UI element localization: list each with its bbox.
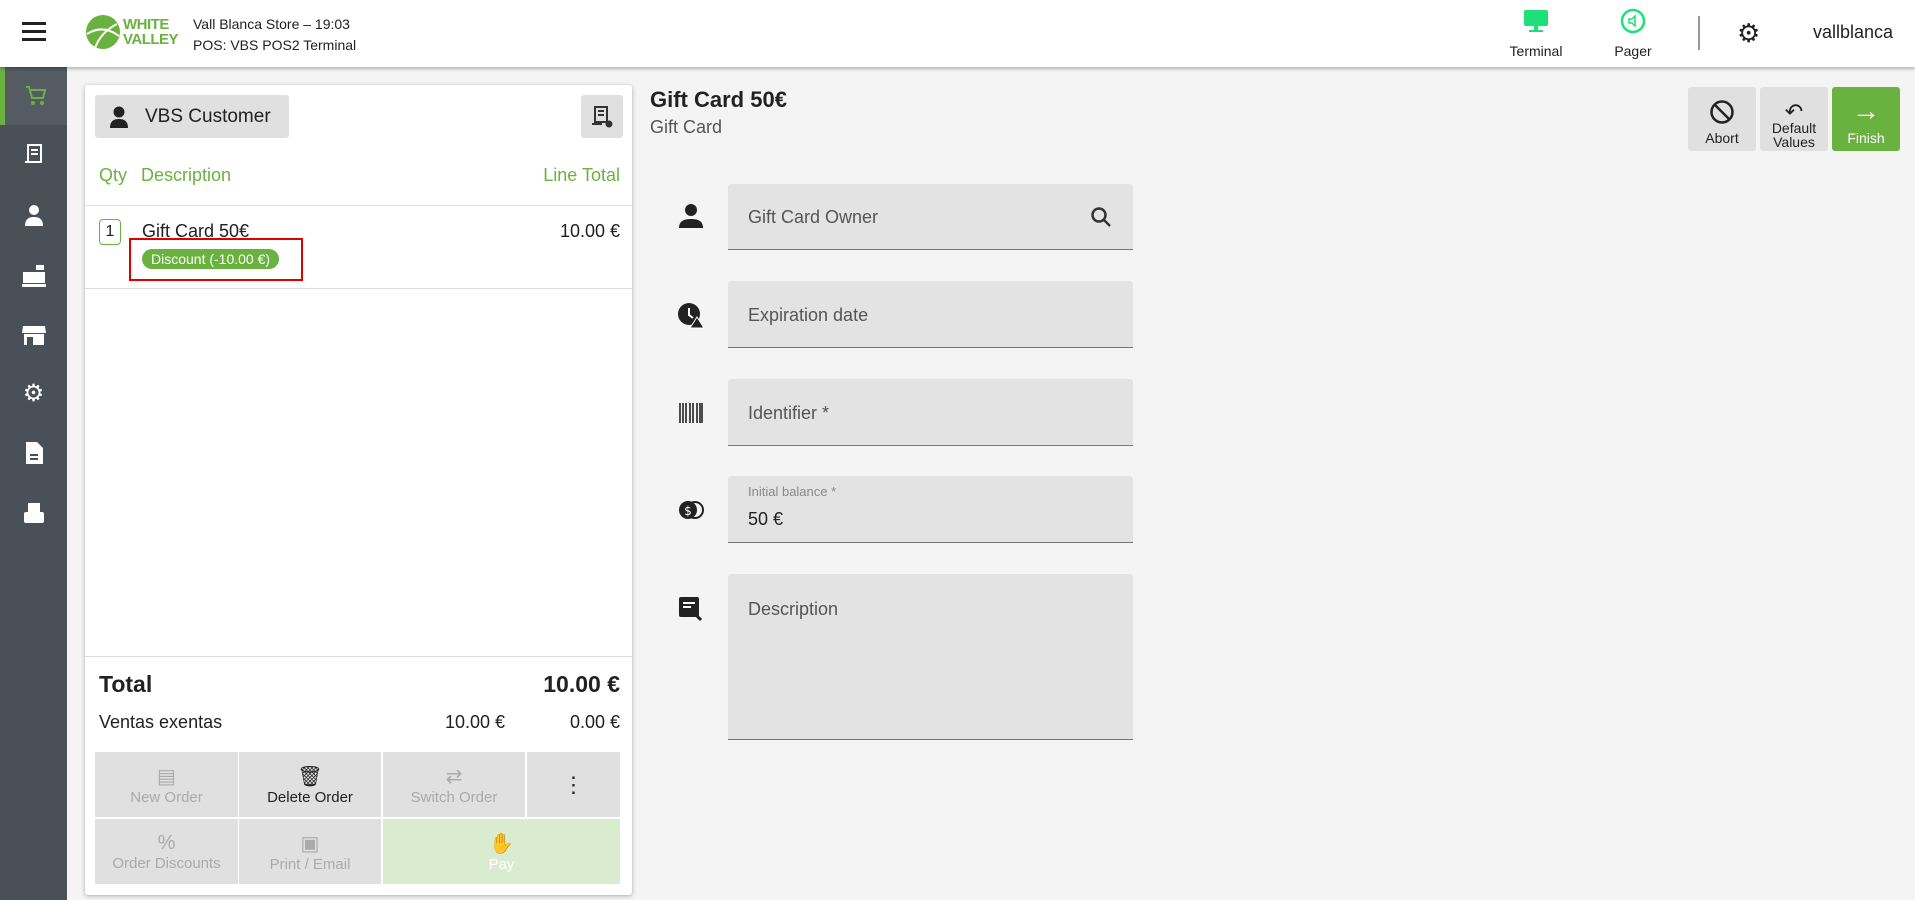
user-icon [24,205,43,226]
switch-order-button[interactable]: ⇄ Switch Order [383,752,525,817]
col-description: Description [141,165,232,185]
default-values-label: Default Values [1771,120,1817,150]
order-panel: VBS Customer Qty Description Line Total … [85,85,632,895]
print-email-button[interactable]: ▣ Print / Email [239,819,381,884]
highlight-box [129,238,303,281]
monitor-icon [1524,10,1548,32]
line-total: 10.00 € [559,221,620,241]
menu-icon[interactable] [22,22,46,42]
order-discounts-label: Order Discounts [112,854,221,872]
delete-order-label: Delete Order [267,788,353,806]
barcode-icon [679,403,703,423]
description-field[interactable]: Description [728,574,1133,740]
switch-order-label: Switch Order [410,788,498,806]
balance-value: 50 € [748,509,784,529]
settings-gear-icon[interactable]: ⚙ [1737,20,1760,46]
gear-icon: ⚙ [22,379,45,407]
line-qty[interactable]: 1 [99,219,121,245]
more-vertical-icon: ⋮ [562,771,585,797]
pager-button[interactable]: Pager [1600,8,1666,59]
product-title: Gift Card 50€ [650,87,787,112]
col-qty: Qty [99,165,128,185]
pos-terminal: POS: VBS POS2 Terminal [193,37,357,53]
receipt-settings-icon [592,105,613,127]
expiration-warning-icon [678,303,705,329]
top-bar: WHITE VALLEY Vall Blanca Store – 19:03 PO… [0,0,1915,67]
expiration-date-field[interactable]: Expiration date [728,281,1133,348]
pay-hand-icon: ✋ [489,832,514,855]
block-icon [1710,100,1734,124]
receipt-icon [24,144,42,163]
cart-icon [26,86,47,105]
description-edit-icon [679,597,703,622]
balance-label: Initial balance * [748,484,837,499]
pay-label: Pay [488,855,515,873]
product-subtitle: Gift Card [650,117,723,137]
sidebar: ⚙ [0,67,67,900]
abort-button[interactable]: Abort [1688,87,1756,151]
pager-label: Pager [1614,43,1652,59]
sidebar-settings[interactable]: ⚙ [0,364,67,422]
undo-icon: ↶ [1784,99,1804,124]
sidebar-cart[interactable] [0,67,67,125]
new-order-label: New Order [130,788,203,806]
store-name: Vall Blanca Store – 19:03 [193,16,350,32]
arrow-right-icon: → [1852,95,1880,126]
finish-button[interactable]: → Finish [1832,87,1900,151]
gift-card-owner-field[interactable]: Gift Card Owner [728,184,1133,250]
more-options-button[interactable]: ⋮ [527,752,620,817]
search-icon[interactable] [1089,205,1113,229]
delete-order-button[interactable]: 🗑 Delete Order [239,752,381,817]
new-order-icon: ▤ [157,765,176,788]
tax-base: 10.00 € [445,712,506,732]
sidebar-customers[interactable] [0,186,67,244]
sidebar-cash-register[interactable] [0,247,67,305]
divider [1698,16,1700,50]
sidebar-printer[interactable] [0,484,67,542]
total-value: 10.00 € [543,671,620,697]
receipt-settings-button[interactable] [581,95,623,138]
sidebar-documents[interactable] [0,424,67,482]
new-order-button[interactable]: ▤ New Order [95,752,238,817]
username[interactable]: vallblanca [1813,22,1893,43]
coins-icon: $ [679,501,704,519]
pay-button[interactable]: ✋ Pay [383,819,620,884]
owner-label: Gift Card Owner [748,207,879,227]
user-icon [110,106,128,128]
order-line[interactable]: 1 Gift Card 50€ 10.00 € Discount (-10.00… [85,206,632,288]
default-values-button[interactable]: ↶ Default Values [1760,87,1828,151]
order-discounts-button[interactable]: % Order Discounts [95,819,238,884]
switch-order-icon: ⇄ [445,765,463,788]
finish-label: Finish [1847,130,1885,146]
terminal-label: Terminal [1509,43,1563,59]
white-valley-logo: WHITE VALLEY [85,14,179,50]
terminal-button[interactable]: Terminal [1500,8,1572,59]
sidebar-store[interactable] [0,306,67,364]
discount-icon: % [157,831,176,854]
printer-icon: ▣ [300,832,320,855]
initial-balance-field[interactable]: Initial balance * 50 € [728,476,1133,543]
tax-label: Ventas exentas [99,712,223,732]
svg-text:$: $ [684,504,692,518]
tax-amount: 0.00 € [569,712,620,732]
store-icon [21,326,46,345]
identifier-label: Identifier * [748,403,830,423]
document-icon [25,442,43,464]
expiration-label: Expiration date [748,305,869,325]
customer-button[interactable]: VBS Customer [95,95,289,138]
trash-icon: 🗑 [297,765,323,788]
identifier-field[interactable]: Identifier * [728,379,1133,446]
customer-name: VBS Customer [145,105,271,127]
pager-icon [1620,8,1646,34]
col-line-total: Line Total [543,165,620,185]
print-email-label: Print / Email [269,855,351,873]
description-label: Description [748,599,839,619]
cash-register-icon [21,265,46,287]
abort-label: Abort [1705,130,1739,146]
person-icon [679,204,703,228]
printer-icon [23,503,44,523]
sidebar-receipts[interactable] [0,126,67,184]
total-label: Total [99,671,153,697]
